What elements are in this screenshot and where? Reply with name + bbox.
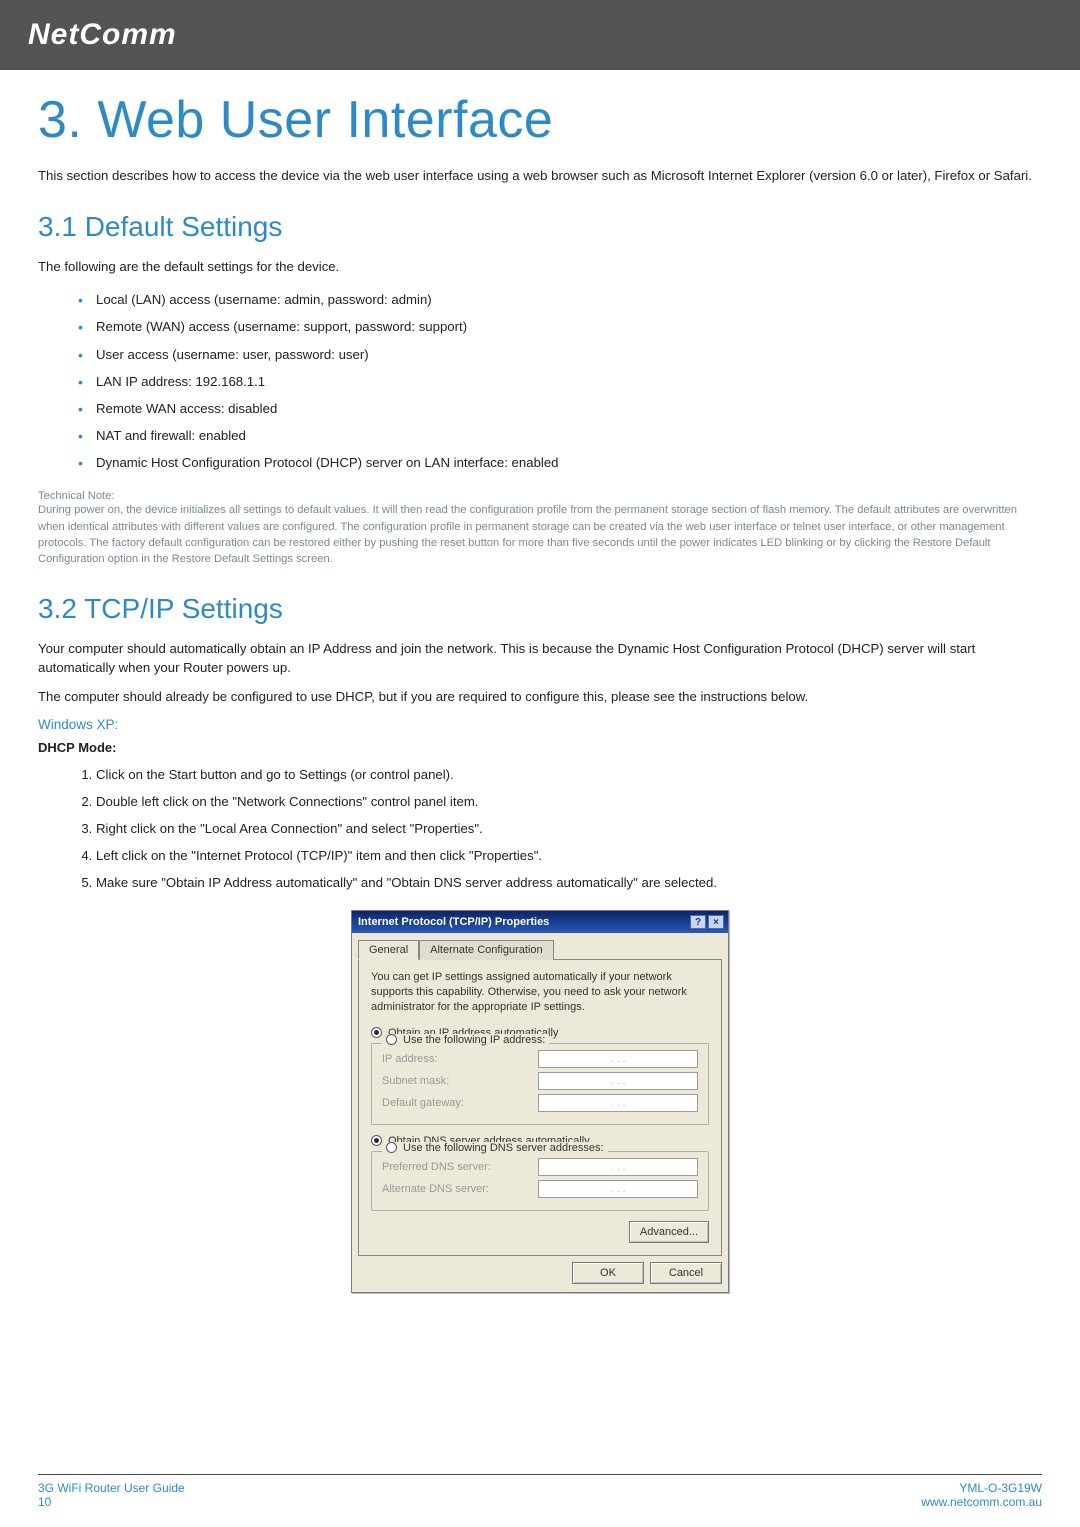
ok-button[interactable]: OK — [572, 1262, 644, 1284]
technical-note-heading: Technical Note: — [38, 490, 1042, 502]
radio-use-following-dns[interactable]: Use the following DNS server addresses: — [382, 1142, 608, 1154]
section-32-p2: The computer should already be configure… — [38, 687, 1042, 706]
titlebar[interactable]: Internet Protocol (TCP/IP) Properties ? … — [352, 911, 728, 933]
cancel-button[interactable]: Cancel — [650, 1262, 722, 1284]
section-31-lead: The following are the default settings f… — [38, 257, 1042, 276]
dhcp-steps-list: Click on the Start button and go to Sett… — [38, 761, 1042, 897]
label-preferred-dns: Preferred DNS server: — [382, 1161, 522, 1173]
dialog-title: Internet Protocol (TCP/IP) Properties — [358, 916, 549, 928]
default-settings-list: Local (LAN) access (username: admin, pas… — [38, 286, 1042, 476]
footer-url: www.netcomm.com.au — [921, 1495, 1042, 1509]
label-subnet-mask: Subnet mask: — [382, 1075, 522, 1087]
tcpip-properties-dialog: Internet Protocol (TCP/IP) Properties ? … — [351, 910, 729, 1293]
footer-guide-title: 3G WiFi Router User Guide — [38, 1481, 185, 1495]
section-32-p1: Your computer should automatically obtai… — [38, 639, 1042, 677]
tab-alternate-configuration[interactable]: Alternate Configuration — [419, 940, 554, 960]
list-item: Left click on the "Internet Protocol (TC… — [96, 842, 1042, 869]
list-item: NAT and firewall: enabled — [78, 422, 1042, 449]
page-title: 3. Web User Interface — [38, 90, 1042, 150]
label-default-gateway: Default gateway: — [382, 1097, 522, 1109]
list-item: User access (username: user, password: u… — [78, 341, 1042, 368]
radio-label: Use the following IP address: — [403, 1034, 545, 1046]
header-band: NetComm — [0, 0, 1080, 70]
list-item: LAN IP address: 192.168.1.1 — [78, 368, 1042, 395]
radio-icon — [371, 1027, 382, 1038]
section-32-heading: 3.2 TCP/IP Settings — [38, 593, 1042, 625]
os-heading: Windows XP: — [38, 717, 1042, 732]
help-icon[interactable]: ? — [690, 915, 706, 929]
radio-use-following-ip[interactable]: Use the following IP address: — [382, 1034, 549, 1046]
list-item: Local (LAN) access (username: admin, pas… — [78, 286, 1042, 313]
list-item: Double left click on the "Network Connec… — [96, 788, 1042, 815]
list-item: Make sure "Obtain IP Address automatical… — [96, 869, 1042, 896]
radio-icon — [371, 1135, 382, 1146]
dialog-description: You can get IP settings assigned automat… — [371, 970, 709, 1015]
label-alternate-dns: Alternate DNS server: — [382, 1183, 522, 1195]
brand-logo: NetComm — [28, 18, 177, 52]
list-item: Dynamic Host Configuration Protocol (DHC… — [78, 449, 1042, 476]
dhcp-mode-heading: DHCP Mode: — [38, 740, 1042, 755]
label-ip-address: IP address: — [382, 1053, 522, 1065]
radio-icon — [386, 1142, 397, 1153]
list-item: Right click on the "Local Area Connectio… — [96, 815, 1042, 842]
footer-page-number: 10 — [38, 1495, 185, 1509]
tab-panel-general: You can get IP settings assigned automat… — [358, 959, 722, 1256]
ip-address-input[interactable]: . . . — [538, 1050, 698, 1068]
list-item: Remote WAN access: disabled — [78, 395, 1042, 422]
tab-row: General Alternate Configuration — [352, 933, 728, 959]
alternate-dns-input[interactable]: . . . — [538, 1180, 698, 1198]
close-icon[interactable]: × — [708, 915, 724, 929]
section-31-heading: 3.1 Default Settings — [38, 211, 1042, 243]
default-gateway-input[interactable]: . . . — [538, 1094, 698, 1112]
intro-paragraph: This section describes how to access the… — [38, 166, 1042, 185]
page-footer: 3G WiFi Router User Guide 10 YML-O-3G19W… — [0, 1474, 1080, 1509]
group-manual-ip: Use the following IP address: IP address… — [371, 1043, 709, 1125]
advanced-button[interactable]: Advanced... — [629, 1221, 709, 1243]
group-manual-dns: Use the following DNS server addresses: … — [371, 1151, 709, 1211]
technical-note-body: During power on, the device initializes … — [38, 502, 1042, 567]
tab-general[interactable]: General — [358, 940, 419, 960]
list-item: Click on the Start button and go to Sett… — [96, 761, 1042, 788]
preferred-dns-input[interactable]: . . . — [538, 1158, 698, 1176]
list-item: Remote (WAN) access (username: support, … — [78, 313, 1042, 340]
radio-icon — [386, 1034, 397, 1045]
footer-doc-code: YML-O-3G19W — [921, 1481, 1042, 1495]
radio-label: Use the following DNS server addresses: — [403, 1142, 604, 1154]
subnet-mask-input[interactable]: . . . — [538, 1072, 698, 1090]
